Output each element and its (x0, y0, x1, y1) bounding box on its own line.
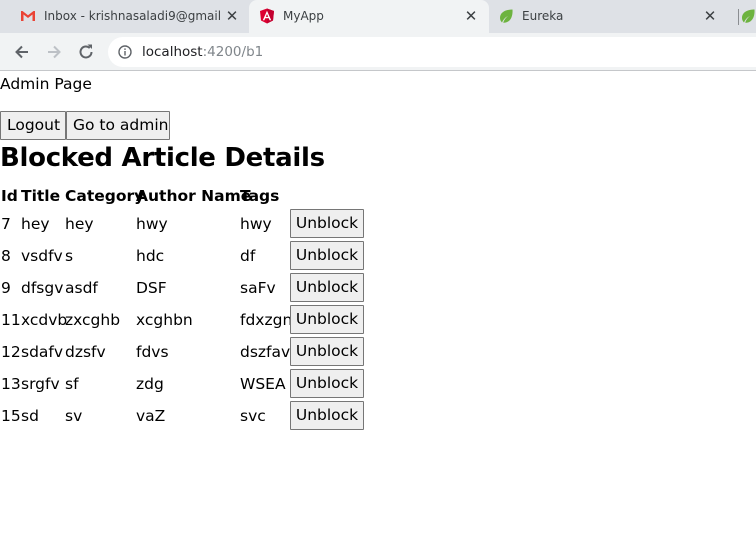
column-header-author: Author Name (136, 187, 252, 205)
column-header-id: Id (1, 187, 18, 205)
cell-tags: hwy (240, 215, 272, 233)
cell-author: fdvs (136, 343, 169, 361)
url-host: localhost (142, 44, 203, 60)
tab-gmail[interactable]: Inbox - krishnasaladi9@gmail.com ✕ (0, 0, 248, 33)
column-header-category: Category (65, 187, 145, 205)
cell-tags: svc (240, 407, 266, 425)
go-to-admin-button[interactable]: Go to admin (66, 111, 170, 140)
unblock-button[interactable]: Unblock (290, 209, 364, 238)
cell-category: hey (65, 215, 94, 233)
gmail-icon (21, 11, 35, 21)
unblock-button[interactable]: Unblock (290, 337, 364, 366)
info-icon[interactable] (118, 45, 132, 59)
cell-category: s (65, 247, 74, 265)
close-icon[interactable]: ✕ (463, 8, 479, 24)
cell-author: vaZ (136, 407, 166, 425)
cell-author: hdc (136, 247, 165, 265)
cell-id: 13 (1, 375, 21, 393)
page-content: Admin Page Logout Go to admin Blocked Ar… (0, 71, 756, 557)
close-icon[interactable]: ✕ (702, 8, 718, 24)
tab-title-myapp: MyApp (283, 9, 324, 23)
cell-id: 7 (1, 215, 11, 233)
browser-toolbar: localhost:4200/b1 (0, 33, 756, 70)
cell-category: zxcghb (65, 311, 121, 329)
cell-title: vsdfv (21, 247, 63, 265)
cell-author: DSF (136, 279, 167, 297)
reload-icon[interactable] (76, 42, 96, 62)
column-header-tags: Tags (240, 187, 280, 205)
cell-category: dzsfv (65, 343, 106, 361)
unblock-button[interactable]: Unblock (290, 273, 364, 302)
cell-title: dfsgv (21, 279, 64, 297)
unblock-button[interactable]: Unblock (290, 369, 364, 398)
unblock-button[interactable]: Unblock (290, 305, 364, 334)
cell-tags: dszfav (240, 343, 291, 361)
cell-id: 8 (1, 247, 11, 265)
spring-leaf-icon (500, 9, 513, 23)
cell-author: hwy (136, 215, 168, 233)
unblock-button[interactable]: Unblock (290, 241, 364, 270)
cell-id: 12 (1, 343, 21, 361)
tab-title-gmail: Inbox - krishnasaladi9@gmail.com (44, 9, 222, 23)
unblock-button[interactable]: Unblock (290, 401, 364, 430)
forward-arrow-icon[interactable] (44, 42, 64, 62)
cell-author: zdg (136, 375, 164, 393)
address-bar[interactable]: localhost:4200/b1 (108, 37, 756, 67)
cell-category: asdf (65, 279, 98, 297)
cell-tags: fdxzgn (240, 311, 293, 329)
cell-title: srgfv (21, 375, 60, 393)
cell-title: sd (21, 407, 39, 425)
logout-button[interactable]: Logout (0, 111, 66, 140)
page-title: Blocked Article Details (0, 143, 325, 173)
cell-title: hey (21, 215, 50, 233)
cell-id: 9 (1, 279, 11, 297)
url-path: :4200/b1 (202, 44, 264, 60)
cell-tags: saFv (240, 279, 276, 297)
tab-myapp[interactable]: MyApp ✕ (249, 0, 489, 33)
cell-category: sf (65, 375, 79, 393)
back-arrow-icon[interactable] (12, 42, 32, 62)
cell-title: xcdvb (21, 311, 68, 329)
cell-id: 11 (1, 311, 21, 329)
admin-page-label: Admin Page (0, 75, 92, 93)
angular-icon (260, 8, 274, 24)
tab-eureka[interactable]: Eureka ✕ (490, 0, 730, 33)
tab-strip: Inbox - krishnasaladi9@gmail.com ✕ MyApp… (0, 0, 756, 33)
cell-tags: WSEA (240, 375, 286, 393)
spring-leaf-icon[interactable] (740, 8, 756, 24)
cell-tags: df (240, 247, 256, 265)
tab-separator (738, 9, 739, 25)
tab-title-eureka: Eureka (522, 9, 564, 23)
cell-author: xcghbn (136, 311, 193, 329)
column-header-title: Title (21, 187, 61, 205)
cell-category: sv (65, 407, 83, 425)
cell-id: 15 (1, 407, 21, 425)
url-text[interactable]: localhost:4200/b1 (142, 44, 263, 60)
cell-title: sdafv (21, 343, 64, 361)
close-icon[interactable]: ✕ (224, 8, 240, 24)
